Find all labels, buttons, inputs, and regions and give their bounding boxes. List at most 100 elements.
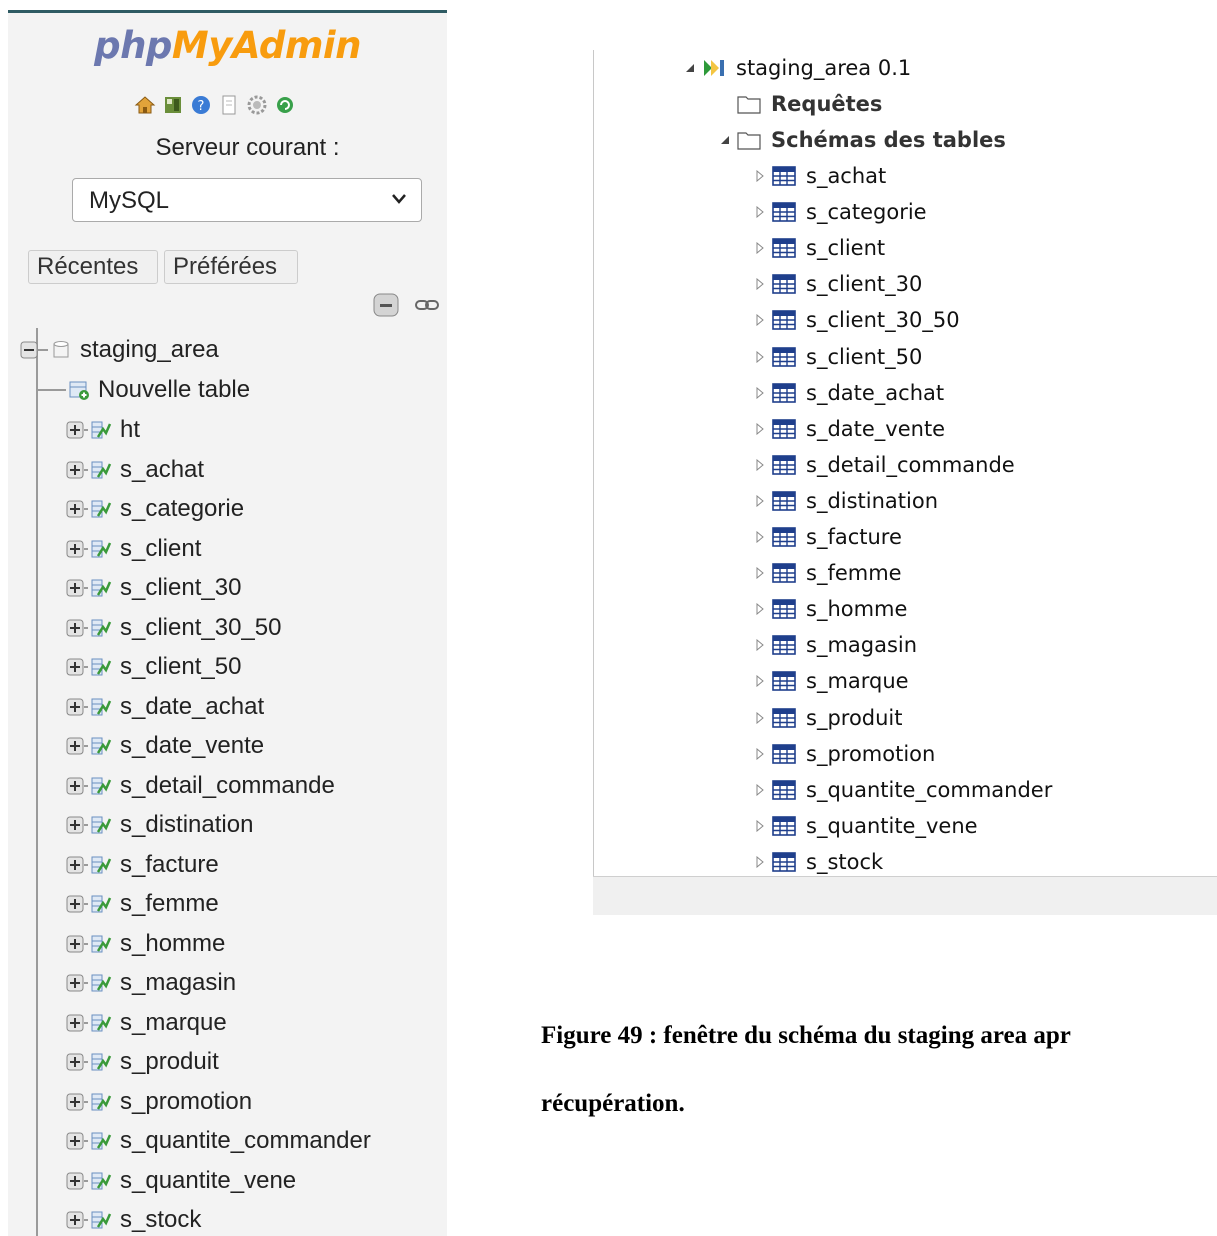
folder-table-schemas[interactable]: Schémas des tables bbox=[719, 123, 1006, 157]
table-node[interactable]: s_achat bbox=[66, 454, 204, 486]
expand-icon[interactable] bbox=[66, 1053, 84, 1071]
table-node[interactable]: s_detail_commande bbox=[66, 770, 335, 802]
table-node[interactable]: s_client_30_50 bbox=[66, 612, 281, 644]
expand-icon[interactable] bbox=[66, 540, 84, 558]
table-structure-icon[interactable] bbox=[90, 1130, 112, 1152]
schema-table-node[interactable]: s_client_50 bbox=[754, 340, 922, 374]
table-node[interactable]: s_date_achat bbox=[66, 691, 264, 723]
collapse-all-icon[interactable] bbox=[372, 292, 400, 318]
table-structure-icon[interactable] bbox=[90, 696, 112, 718]
schema-table-node[interactable]: s_client bbox=[754, 231, 885, 265]
schema-table-node[interactable]: s_femme bbox=[754, 556, 902, 590]
table-structure-icon[interactable] bbox=[90, 735, 112, 757]
table-structure-icon[interactable] bbox=[90, 1170, 112, 1192]
table-structure-icon[interactable] bbox=[90, 538, 112, 560]
expand-icon[interactable] bbox=[66, 658, 84, 676]
collapsed-arrow-icon[interactable] bbox=[754, 314, 766, 327]
expand-icon[interactable] bbox=[66, 816, 84, 834]
collapsed-arrow-icon[interactable] bbox=[754, 819, 766, 832]
collapsed-arrow-icon[interactable] bbox=[754, 494, 766, 507]
expanded-arrow-icon[interactable] bbox=[684, 62, 696, 74]
project-node[interactable]: staging_area 0.1 bbox=[684, 51, 911, 85]
favorite-tables-button[interactable]: Préférées bbox=[164, 250, 298, 284]
documentation-icon[interactable] bbox=[218, 94, 240, 116]
database-node-staging-area[interactable]: staging_area bbox=[20, 334, 219, 366]
schema-table-node[interactable]: s_date_achat bbox=[754, 376, 944, 410]
schema-table-node[interactable]: s_facture bbox=[754, 520, 902, 554]
schema-table-node[interactable]: s_quantite_vene bbox=[754, 809, 978, 843]
table-node[interactable]: s_categorie bbox=[66, 493, 244, 525]
expand-icon[interactable] bbox=[66, 421, 84, 439]
schema-table-node[interactable]: s_detail_commande bbox=[754, 448, 1015, 482]
help-icon[interactable]: ? bbox=[190, 94, 212, 116]
collapsed-arrow-icon[interactable] bbox=[754, 422, 766, 435]
collapsed-arrow-icon[interactable] bbox=[754, 206, 766, 219]
table-structure-icon[interactable] bbox=[90, 933, 112, 955]
expand-icon[interactable] bbox=[66, 737, 84, 755]
table-structure-icon[interactable] bbox=[90, 1091, 112, 1113]
table-node[interactable]: s_date_vente bbox=[66, 730, 264, 762]
collapse-icon[interactable] bbox=[20, 341, 38, 359]
collapsed-arrow-icon[interactable] bbox=[754, 855, 766, 868]
collapsed-arrow-icon[interactable] bbox=[754, 531, 766, 543]
table-structure-icon[interactable] bbox=[90, 1209, 112, 1231]
collapsed-arrow-icon[interactable] bbox=[754, 278, 766, 291]
collapsed-arrow-icon[interactable] bbox=[754, 458, 766, 471]
table-structure-icon[interactable] bbox=[90, 656, 112, 678]
schema-table-node[interactable]: s_client_30 bbox=[754, 267, 922, 301]
table-node[interactable]: s_client bbox=[66, 533, 201, 565]
table-structure-icon[interactable] bbox=[90, 854, 112, 876]
home-icon[interactable] bbox=[134, 94, 156, 116]
table-node[interactable]: s_stock bbox=[66, 1204, 201, 1236]
expand-icon[interactable] bbox=[66, 1132, 84, 1150]
table-structure-icon[interactable] bbox=[90, 617, 112, 639]
expand-icon[interactable] bbox=[66, 856, 84, 874]
collapsed-arrow-icon[interactable] bbox=[754, 386, 766, 399]
settings-icon[interactable] bbox=[246, 94, 268, 116]
schema-table-node[interactable]: s_client_30_50 bbox=[754, 303, 960, 337]
schema-table-node[interactable]: s_stock bbox=[754, 845, 883, 879]
table-structure-icon[interactable] bbox=[90, 972, 112, 994]
schema-table-node[interactable]: s_homme bbox=[754, 592, 907, 626]
server-select[interactable]: MySQL bbox=[72, 178, 422, 222]
expand-icon[interactable] bbox=[66, 935, 84, 953]
schema-table-node[interactable]: s_marque bbox=[754, 664, 909, 698]
table-node[interactable]: s_homme bbox=[66, 928, 225, 960]
expand-icon[interactable] bbox=[66, 895, 84, 913]
collapsed-arrow-icon[interactable] bbox=[754, 747, 766, 760]
table-node[interactable]: s_magasin bbox=[66, 967, 236, 999]
expand-icon[interactable] bbox=[66, 974, 84, 992]
new-table-link[interactable]: Nouvelle table bbox=[38, 374, 250, 406]
collapsed-arrow-icon[interactable] bbox=[754, 242, 766, 255]
schema-table-node[interactable]: s_magasin bbox=[754, 628, 917, 662]
expand-icon[interactable] bbox=[66, 1014, 84, 1032]
expand-icon[interactable] bbox=[66, 1093, 84, 1111]
table-node[interactable]: s_produit bbox=[66, 1046, 219, 1078]
schema-table-node[interactable]: s_promotion bbox=[754, 737, 935, 771]
table-structure-icon[interactable] bbox=[90, 1012, 112, 1034]
table-structure-icon[interactable] bbox=[90, 459, 112, 481]
database-icon[interactable] bbox=[162, 94, 184, 116]
link-icon[interactable] bbox=[414, 298, 440, 312]
schema-table-node[interactable]: s_quantite_commander bbox=[754, 773, 1052, 807]
collapsed-arrow-icon[interactable] bbox=[754, 639, 766, 652]
table-node[interactable]: ht bbox=[66, 414, 140, 446]
table-structure-icon[interactable] bbox=[90, 1051, 112, 1073]
table-structure-icon[interactable] bbox=[90, 498, 112, 520]
table-node[interactable]: s_client_50 bbox=[66, 651, 241, 683]
table-node[interactable]: s_marque bbox=[66, 1007, 227, 1039]
schema-table-node[interactable]: s_achat bbox=[754, 159, 886, 193]
schema-table-node[interactable]: s_categorie bbox=[754, 195, 927, 229]
collapsed-arrow-icon[interactable] bbox=[754, 567, 766, 580]
schema-table-node[interactable]: s_distination bbox=[754, 484, 938, 518]
collapsed-arrow-icon[interactable] bbox=[754, 711, 766, 724]
expand-icon[interactable] bbox=[66, 461, 84, 479]
table-structure-icon[interactable] bbox=[90, 775, 112, 797]
schema-table-node[interactable]: s_produit bbox=[754, 701, 903, 735]
expand-icon[interactable] bbox=[66, 1211, 84, 1229]
table-node[interactable]: s_facture bbox=[66, 849, 219, 881]
schema-table-node[interactable]: s_date_vente bbox=[754, 412, 945, 446]
expand-icon[interactable] bbox=[66, 777, 84, 795]
expand-icon[interactable] bbox=[66, 619, 84, 637]
table-structure-icon[interactable] bbox=[90, 814, 112, 836]
